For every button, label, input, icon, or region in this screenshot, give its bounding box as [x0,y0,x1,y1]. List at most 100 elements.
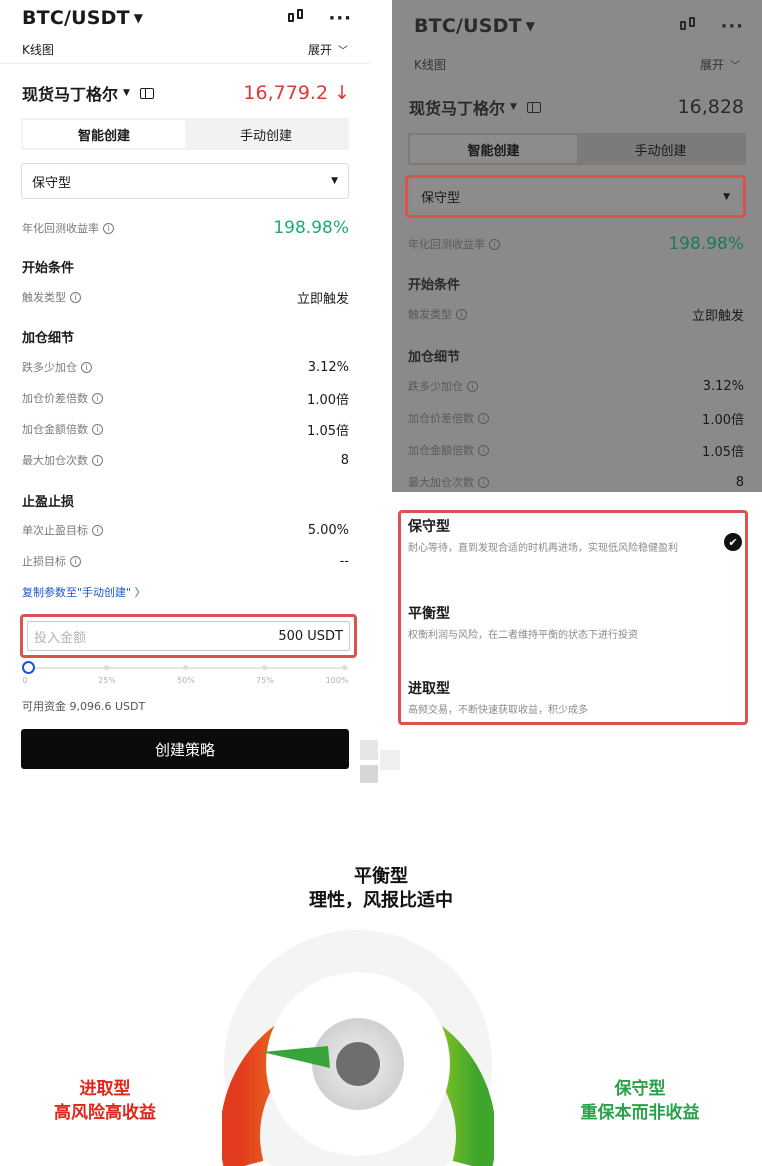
info-icon[interactable]: i [456,308,467,320]
max-times-label: 最大加仓次数 [408,476,474,489]
amount-multiplier-row: 加仓金额倍数 i 1.05倍 [408,440,744,460]
blurred-fragment [380,750,400,770]
pair-selector[interactable]: BTC/USDT [414,15,522,37]
option-description: 高频交易，不断快速获取收益，积少成多 [408,705,588,716]
copy-params-link[interactable]: 复制参数至"手动创建" 〉 [22,584,146,600]
annual-return-value: 198.98% [273,218,349,238]
option-balanced[interactable]: 平衡型 权衡利润与风险，在二者维持平衡的状态下进行投资 [408,603,746,643]
expand-label[interactable]: 展开 [308,41,332,58]
take-profit-stop-loss-heading: 止盈止损 [22,495,75,510]
info-icon[interactable]: i [92,454,103,466]
expand-label[interactable]: 展开 [700,56,724,73]
book-icon[interactable] [526,101,541,113]
slider-label: 25% [98,676,116,685]
product-row: 现货马丁格尔 ▼ 16,779.2 ↓ [22,78,350,108]
drop-label: 跌多少加仓 [408,380,463,393]
max-times-row: 最大加仓次数 i 8 [22,450,349,470]
dropdown-arrow-icon[interactable]: ▼ [723,192,730,202]
dropdown-arrow-icon[interactable]: ▼ [331,176,338,186]
slider-tick[interactable] [104,665,109,670]
annual-return-value: 198.98% [668,234,744,254]
more-icon[interactable]: ··· [328,8,352,29]
info-icon[interactable]: i [478,444,489,456]
price: 16,828 [677,96,744,118]
caret-down-icon[interactable]: ▼ [526,19,535,33]
kline-bar[interactable]: K线图 展开 ﹀ [0,36,370,64]
tab-smart-create[interactable]: 智能创建 [410,135,577,163]
annual-return-row: 年化回测收益率 i 198.98% [408,234,744,254]
drop-value: 3.12% [702,378,744,394]
option-description: 权衡利润与风险，在二者维持平衡的状态下进行投资 [408,630,638,641]
amount-slider[interactable]: 0 25% 50% 75% 100% [22,660,350,690]
info-icon[interactable]: i [81,361,92,373]
strategy-type-select[interactable]: 保守型 ▼ [21,163,349,199]
conservative-title: 保守型 [614,1079,666,1099]
slider-tick[interactable] [342,665,347,670]
info-icon[interactable]: i [478,412,489,424]
drop-value: 3.12% [307,359,349,375]
tab-manual-create[interactable]: 手动创建 [577,135,744,163]
info-icon[interactable]: i [70,555,81,567]
create-mode-tabs: 智能创建 手动创建 [408,133,746,165]
checkmark-icon: ✔ [724,533,742,551]
max-times-value: 8 [735,474,744,490]
blurred-fragment [360,765,378,783]
slider-label: 100% [325,676,349,685]
caret-down-icon[interactable]: ▼ [123,88,130,98]
pair-selector[interactable]: BTC/USDT [22,7,130,29]
option-aggressive[interactable]: 进取型 高频交易，不断快速获取收益，积少成多 [408,678,746,718]
gauge-top-subtitle: 理性，风报比适中 [309,890,453,911]
slider-handle[interactable] [22,661,35,674]
stop-loss-value[interactable]: -- [340,554,349,569]
header: BTC/USDT ▼ ··· [0,0,370,36]
strategy-type-picker-screen: BTC/USDT ▼ ··· K线图 展开 ﹀ 现货马丁格尔 ▼ 16,828 … [392,0,762,735]
option-conservative[interactable]: 保守型 耐心等待，直到发现合适的时机再进场，实现低风险稳健盈利 [408,516,746,556]
tab-manual-create[interactable]: 手动创建 [185,120,347,148]
amount-multiplier-value: 1.05倍 [307,423,349,439]
info-icon[interactable]: i [92,392,103,404]
info-icon[interactable]: i [478,476,489,488]
slider-label: 75% [256,676,274,685]
product-row: 现货马丁格尔 ▼ 16,828 [409,92,744,122]
info-icon[interactable]: i [92,423,103,435]
info-icon[interactable]: i [92,524,103,536]
tab-smart-create[interactable]: 智能创建 [23,120,185,148]
caret-down-icon[interactable]: ▼ [510,102,517,112]
info-icon[interactable]: i [70,291,81,303]
option-title: 保守型 [408,519,450,535]
stop-loss-label: 止损目标 [22,555,66,568]
strategy-type-value: 保守型 [421,191,461,206]
more-icon[interactable]: ··· [720,16,744,37]
book-icon[interactable] [139,87,154,99]
take-profit-value[interactable]: 5.00% [308,523,349,538]
invest-amount-placeholder: 投入金额 [34,630,87,646]
product-name[interactable]: 现货马丁格尔 [22,81,118,105]
conservative-subtitle: 重保本而非收益 [580,1103,700,1123]
slider-tick[interactable] [183,665,188,670]
info-icon[interactable]: i [467,380,478,392]
chevron-down-icon[interactable]: ﹀ [338,42,348,57]
slider-track[interactable] [28,667,348,669]
gauge-center-knob [336,1042,380,1086]
caret-down-icon[interactable]: ▼ [134,11,143,25]
slider-tick[interactable] [262,665,267,670]
strategy-type-value: 保守型 [32,175,72,191]
chevron-down-icon[interactable]: ﹀ [730,57,740,72]
blurred-fragment [360,740,378,760]
drop-label: 跌多少加仓 [22,361,77,374]
candlestick-chart-icon[interactable] [680,17,698,35]
amount-multiplier-value: 1.05倍 [702,444,744,460]
candlestick-chart-icon[interactable] [288,9,306,27]
spread-multiplier-label: 加仓价差倍数 [408,412,474,425]
create-strategy-button[interactable]: 创建策略 [21,729,349,769]
product-name[interactable]: 现货马丁格尔 [409,95,505,119]
aggressive-subtitle: 高风险高收益 [54,1103,156,1123]
invest-amount-input[interactable]: 投入金额 500 USDT [27,621,350,651]
kline-bar[interactable]: K线图 展开 ﹀ [392,50,762,78]
strategy-type-select[interactable]: 保守型 ▼ [411,181,740,212]
add-position-heading: 加仓细节 [408,350,461,365]
dim-overlay[interactable]: BTC/USDT ▼ ··· K线图 展开 ﹀ 现货马丁格尔 ▼ 16,828 … [392,0,762,492]
info-icon[interactable]: i [489,238,500,250]
add-position-heading: 加仓细节 [22,331,75,346]
info-icon[interactable]: i [103,222,114,234]
